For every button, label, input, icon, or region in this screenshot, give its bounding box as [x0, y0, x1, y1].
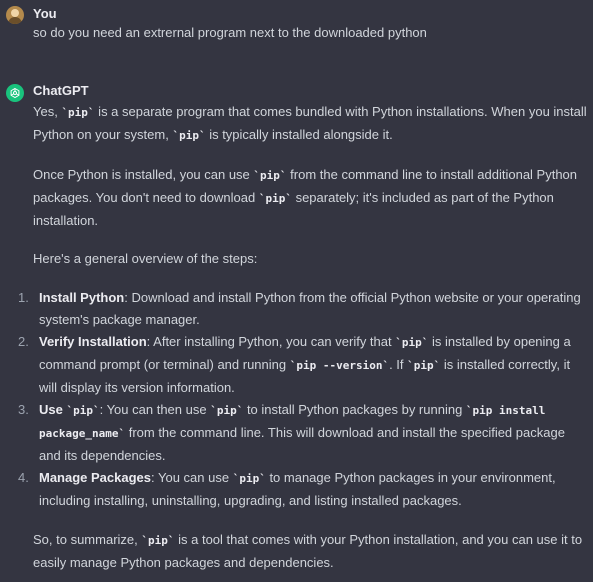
inline-code: `pip` [232, 472, 266, 485]
openai-logo-glyph [10, 87, 20, 99]
text-span: So, to summarize, [33, 532, 142, 547]
inline-code: `pip --version` [289, 359, 390, 372]
assistant-author-name: ChatGPT [33, 83, 89, 98]
inline-code: `pip` [395, 336, 429, 349]
text-span: Once Python is installed, you can use [33, 167, 254, 182]
inline-code: `pip` [253, 169, 287, 182]
inline-code: `pip` [66, 404, 100, 417]
list-item: 2. Verify Installation: After installing… [18, 331, 587, 399]
text-span: is typically installed alongside it. [205, 127, 393, 142]
paragraph-3: Here's a general overview of the steps: [33, 251, 258, 266]
inline-code: `pip` [407, 359, 441, 372]
list-number: 2. [18, 334, 29, 349]
inline-code: `pip` [141, 534, 175, 547]
text-span: Use [39, 402, 67, 417]
steps-list: 1. Install Python: Download and install … [18, 287, 587, 512]
text-span: . If [389, 357, 408, 372]
user-avatar-body [8, 17, 22, 24]
paragraph-2: Once Python is installed, you can use `p… [33, 164, 587, 232]
text-span: to install Python packages by running [243, 402, 466, 417]
list-item: 3. Use `pip`: You can then use `pip` to … [18, 399, 587, 467]
list-item: 4. Manage Packages: You can use `pip` to… [18, 467, 587, 512]
user-author-name: You [33, 6, 57, 21]
list-number: 3. [18, 402, 29, 417]
step-title: Verify Installation [39, 334, 147, 349]
inline-code: `pip` [258, 192, 292, 205]
step-title: Manage Packages [39, 470, 152, 485]
text-span: : You can use [151, 470, 233, 485]
step-title: Use `pip` [39, 402, 100, 417]
openai-logo-icon [6, 84, 24, 102]
paragraph-4: So, to summarize, `pip` is a tool that c… [33, 529, 587, 574]
inline-code: `pip` [61, 106, 95, 119]
user-message-text: so do you need an extrernal program next… [33, 25, 427, 40]
list-number: 1. [18, 290, 29, 305]
user-avatar [6, 6, 24, 24]
inline-code: `pip` [172, 129, 206, 142]
paragraph-1: Yes, `pip` is a separate program that co… [33, 101, 587, 147]
step-title: Install Python [39, 290, 125, 305]
text-span: Yes, [33, 104, 62, 119]
assistant-message-body: Yes, `pip` is a separate program that co… [18, 101, 587, 574]
list-number: 4. [18, 470, 29, 485]
list-item: 1. Install Python: Download and install … [18, 287, 587, 331]
inline-code: `pip` [210, 404, 244, 417]
user-avatar-head [11, 9, 19, 17]
text-span: : You can then use [99, 402, 211, 417]
text-span: : After installing Python, you can verif… [146, 334, 396, 349]
